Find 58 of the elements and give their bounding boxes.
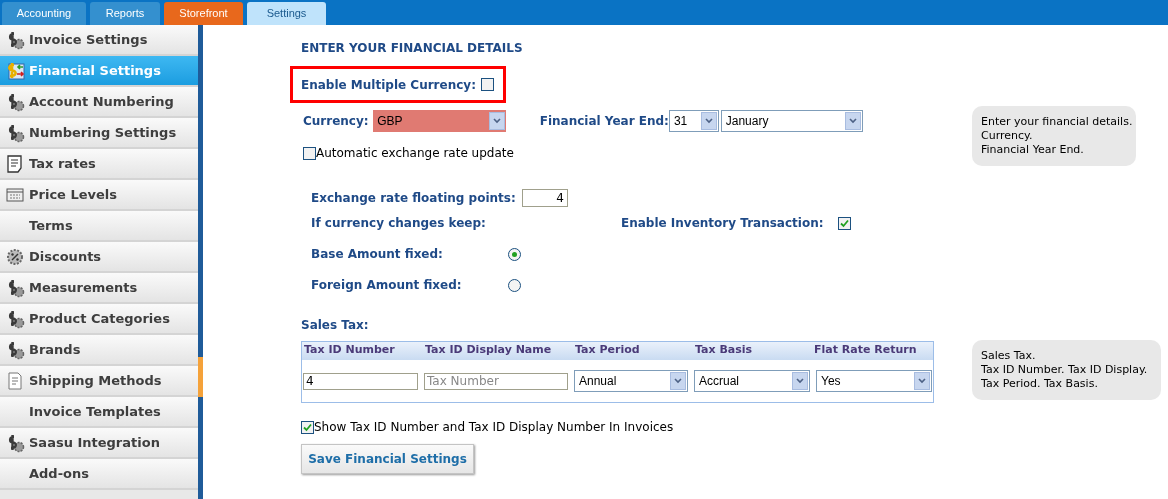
dollar-arrows-icon <box>5 60 25 81</box>
radio-button[interactable] <box>508 278 521 292</box>
help-note: Sales Tax. Tax ID Number. Tax ID Display. Tax Period. Tax Basis. <box>972 340 1161 400</box>
column-header: Flat Rate Return <box>814 342 917 358</box>
field-label: Financial Year End: <box>539 113 669 130</box>
percent-gear-icon <box>5 246 25 267</box>
day-select[interactable]: 31 <box>668 110 720 132</box>
sidebar-item[interactable]: Product Categories <box>0 304 198 335</box>
sidebar-item[interactable]: Add-ons <box>0 459 198 490</box>
sidebar-item[interactable]: Invoice Templates <box>0 397 198 428</box>
field-label: Base Amount fixed: <box>311 246 444 263</box>
checkmark-icon <box>303 422 312 432</box>
field-label: Exchange rate floating points: <box>311 190 516 207</box>
checkbox[interactable] <box>301 420 314 434</box>
field-label: Currency: <box>303 113 370 130</box>
input-field[interactable]: 4 <box>521 189 568 207</box>
sidebar-splitter[interactable] <box>198 25 203 499</box>
month-select[interactable]: January <box>720 110 863 132</box>
radio-button[interactable] <box>508 247 521 261</box>
checkmark-icon <box>840 218 850 228</box>
sidebar-item[interactable]: Shipping Methods <box>0 366 198 397</box>
field-label: If currency changes keep: <box>311 215 487 232</box>
checkbox[interactable] <box>303 146 316 160</box>
column-header: Tax ID Number <box>304 342 396 358</box>
sidebar-item[interactable]: Numbering Settings <box>0 118 198 149</box>
sidebar-item[interactable]: Saasu Integration <box>0 428 198 459</box>
tax-period-select[interactable]: Annual <box>574 370 688 392</box>
save-button[interactable]: Save Financial Settings <box>301 444 474 474</box>
sidebar-item[interactable]: Price Levels <box>0 180 198 211</box>
sidebar-item[interactable]: Terms <box>0 211 198 242</box>
field-label: Enable Multiple Currency: <box>301 76 476 94</box>
checkbox-label: Automatic exchange rate update <box>316 145 514 162</box>
help-note: Enter your financial details. Currency. Financial Year End. <box>972 106 1136 166</box>
sidebar-item[interactable]: Measurements <box>0 273 198 304</box>
checkbox[interactable] <box>480 78 494 91</box>
sidebar-item[interactable]: Brands <box>0 335 198 366</box>
currency-select[interactable]: GBP <box>373 110 506 132</box>
collapse-handle[interactable] <box>198 357 203 397</box>
sidebar-item[interactable]: Tax rates <box>0 149 198 180</box>
section-heading: ENTER YOUR FINANCIAL DETAILS <box>301 40 524 55</box>
field-label: Enable Inventory Transaction: <box>621 215 824 232</box>
section-label: Sales Tax: <box>301 317 370 334</box>
tax-basis-select[interactable]: Accrual <box>694 370 810 392</box>
list-icon <box>5 153 25 174</box>
column-header: Tax Basis <box>695 342 754 358</box>
nav-tab[interactable]: Settings <box>247 2 326 25</box>
column-header: Tax Period <box>575 342 641 358</box>
checkbox[interactable] <box>838 216 852 230</box>
document-icon <box>5 370 25 391</box>
flat-rate-select[interactable]: Yes <box>816 370 932 392</box>
column-header: Tax ID Display Name <box>425 342 553 358</box>
input-field[interactable]: 4 <box>303 372 418 390</box>
checkbox-label: Show Tax ID Number and Tax ID Display Number In Invoices <box>314 419 674 436</box>
input-field[interactable]: Tax Number <box>424 372 568 390</box>
sidebar-item[interactable]: Account Numbering <box>0 87 198 118</box>
sidebar-item[interactable]: Discounts <box>0 242 198 273</box>
field-label: Foreign Amount fixed: <box>311 277 463 294</box>
sidebar-item[interactable]: Invoice Settings <box>0 25 198 56</box>
